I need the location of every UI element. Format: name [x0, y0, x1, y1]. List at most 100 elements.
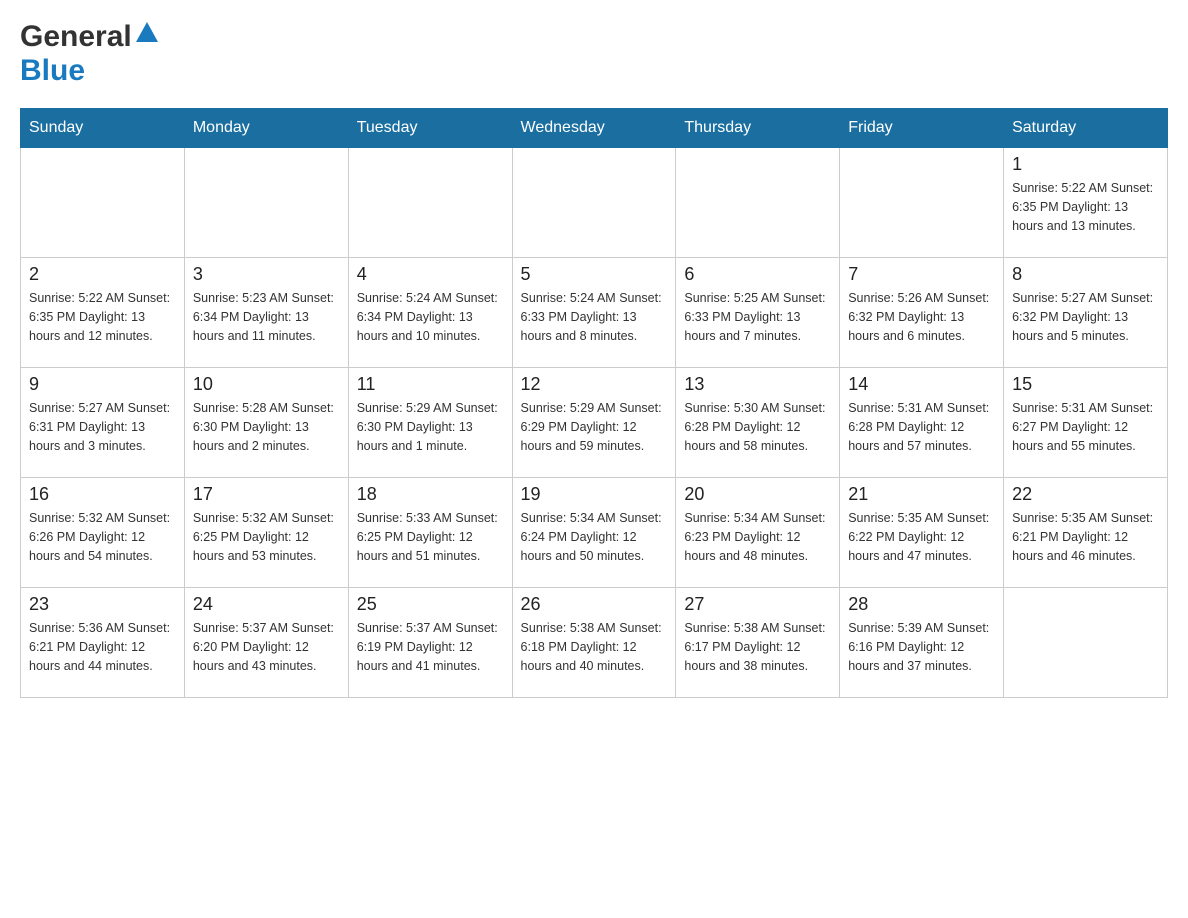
calendar-cell: 1 Sunrise: 5:22 AM Sunset: 6:35 PM Daylig… [1004, 148, 1168, 258]
day-number: 19 [521, 484, 668, 505]
day-of-week-header: Friday [840, 109, 1004, 148]
day-number: 6 [684, 264, 831, 285]
calendar-cell: 25 Sunrise: 5:37 AM Sunset: 6:19 PM Dayli… [348, 588, 512, 698]
day-info: Sunrise: 5:34 AM Sunset: 6:23 PM Dayligh… [684, 509, 831, 565]
day-number: 24 [193, 594, 340, 615]
calendar-cell: 12 Sunrise: 5:29 AM Sunset: 6:29 PM Dayli… [512, 368, 676, 478]
calendar-cell [21, 148, 185, 258]
calendar-cell: 3 Sunrise: 5:23 AM Sunset: 6:34 PM Daylig… [184, 258, 348, 368]
day-info: Sunrise: 5:38 AM Sunset: 6:18 PM Dayligh… [521, 619, 668, 675]
day-number: 8 [1012, 264, 1159, 285]
calendar-cell [676, 148, 840, 258]
day-info: Sunrise: 5:25 AM Sunset: 6:33 PM Dayligh… [684, 289, 831, 345]
calendar-cell: 19 Sunrise: 5:34 AM Sunset: 6:24 PM Dayli… [512, 478, 676, 588]
day-of-week-header: Thursday [676, 109, 840, 148]
logo: General Blue [20, 20, 158, 88]
calendar-cell [348, 148, 512, 258]
day-number: 13 [684, 374, 831, 395]
day-number: 17 [193, 484, 340, 505]
day-of-week-header: Wednesday [512, 109, 676, 148]
calendar-cell: 17 Sunrise: 5:32 AM Sunset: 6:25 PM Dayli… [184, 478, 348, 588]
calendar-week-row: 2Sunrise: 5:22 AM Sunset: 6:35 PM Daylig… [21, 258, 1168, 368]
day-info: Sunrise: 5:34 AM Sunset: 6:24 PM Dayligh… [521, 509, 668, 565]
day-info: Sunrise: 5:23 AM Sunset: 6:34 PM Dayligh… [193, 289, 340, 345]
day-info: Sunrise: 5:38 AM Sunset: 6:17 PM Dayligh… [684, 619, 831, 675]
calendar-cell: 2Sunrise: 5:22 AM Sunset: 6:35 PM Daylig… [21, 258, 185, 368]
day-info: Sunrise: 5:35 AM Sunset: 6:22 PM Dayligh… [848, 509, 995, 565]
day-info: Sunrise: 5:31 AM Sunset: 6:27 PM Dayligh… [1012, 399, 1159, 455]
day-info: Sunrise: 5:24 AM Sunset: 6:34 PM Dayligh… [357, 289, 504, 345]
day-info: Sunrise: 5:28 AM Sunset: 6:30 PM Dayligh… [193, 399, 340, 455]
page-header: General Blue [20, 20, 1168, 88]
calendar-cell: 23 Sunrise: 5:36 AM Sunset: 6:21 PM Dayli… [21, 588, 185, 698]
day-number: 21 [848, 484, 995, 505]
calendar-cell: 26 Sunrise: 5:38 AM Sunset: 6:18 PM Dayli… [512, 588, 676, 698]
calendar-header: SundayMondayTuesdayWednesdayThursdayFrid… [21, 109, 1168, 148]
day-info: Sunrise: 5:31 AM Sunset: 6:28 PM Dayligh… [848, 399, 995, 455]
day-number: 3 [193, 264, 340, 285]
calendar-cell: 28 Sunrise: 5:39 AM Sunset: 6:16 PM Dayli… [840, 588, 1004, 698]
day-info: Sunrise: 5:29 AM Sunset: 6:29 PM Dayligh… [521, 399, 668, 455]
days-of-week-row: SundayMondayTuesdayWednesdayThursdayFrid… [21, 109, 1168, 148]
calendar-cell: 18 Sunrise: 5:33 AM Sunset: 6:25 PM Dayli… [348, 478, 512, 588]
day-number: 12 [521, 374, 668, 395]
day-info: Sunrise: 5:24 AM Sunset: 6:33 PM Dayligh… [521, 289, 668, 345]
calendar-cell: 11 Sunrise: 5:29 AM Sunset: 6:30 PM Dayli… [348, 368, 512, 478]
day-info: Sunrise: 5:35 AM Sunset: 6:21 PM Dayligh… [1012, 509, 1159, 565]
calendar-cell: 24 Sunrise: 5:37 AM Sunset: 6:20 PM Dayli… [184, 588, 348, 698]
calendar-cell: 5Sunrise: 5:24 AM Sunset: 6:33 PM Daylig… [512, 258, 676, 368]
day-number: 1 [1012, 154, 1159, 175]
day-info: Sunrise: 5:22 AM Sunset: 6:35 PM Dayligh… [29, 289, 176, 345]
day-of-week-header: Tuesday [348, 109, 512, 148]
day-info: Sunrise: 5:32 AM Sunset: 6:25 PM Dayligh… [193, 509, 340, 565]
calendar-cell: 21 Sunrise: 5:35 AM Sunset: 6:22 PM Dayli… [840, 478, 1004, 588]
calendar-cell: 13 Sunrise: 5:30 AM Sunset: 6:28 PM Dayli… [676, 368, 840, 478]
day-number: 14 [848, 374, 995, 395]
day-number: 25 [357, 594, 504, 615]
calendar-cell [840, 148, 1004, 258]
day-number: 20 [684, 484, 831, 505]
day-number: 22 [1012, 484, 1159, 505]
calendar-cell: 10 Sunrise: 5:28 AM Sunset: 6:30 PM Dayli… [184, 368, 348, 478]
logo-general-text: General [20, 20, 132, 54]
day-info: Sunrise: 5:39 AM Sunset: 6:16 PM Dayligh… [848, 619, 995, 675]
day-info: Sunrise: 5:29 AM Sunset: 6:30 PM Dayligh… [357, 399, 504, 455]
calendar-cell: 22 Sunrise: 5:35 AM Sunset: 6:21 PM Dayli… [1004, 478, 1168, 588]
day-number: 10 [193, 374, 340, 395]
day-info: Sunrise: 5:37 AM Sunset: 6:20 PM Dayligh… [193, 619, 340, 675]
day-number: 16 [29, 484, 176, 505]
day-number: 26 [521, 594, 668, 615]
day-number: 18 [357, 484, 504, 505]
day-info: Sunrise: 5:26 AM Sunset: 6:32 PM Dayligh… [848, 289, 995, 345]
calendar-week-row: 1 Sunrise: 5:22 AM Sunset: 6:35 PM Daylig… [21, 148, 1168, 258]
day-number: 27 [684, 594, 831, 615]
calendar-week-row: 16Sunrise: 5:32 AM Sunset: 6:26 PM Dayli… [21, 478, 1168, 588]
day-number: 15 [1012, 374, 1159, 395]
day-info: Sunrise: 5:30 AM Sunset: 6:28 PM Dayligh… [684, 399, 831, 455]
calendar-week-row: 9Sunrise: 5:27 AM Sunset: 6:31 PM Daylig… [21, 368, 1168, 478]
day-number: 23 [29, 594, 176, 615]
day-info: Sunrise: 5:33 AM Sunset: 6:25 PM Dayligh… [357, 509, 504, 565]
day-info: Sunrise: 5:22 AM Sunset: 6:35 PM Dayligh… [1012, 179, 1159, 235]
day-of-week-header: Saturday [1004, 109, 1168, 148]
day-info: Sunrise: 5:36 AM Sunset: 6:21 PM Dayligh… [29, 619, 176, 675]
calendar-cell: 15 Sunrise: 5:31 AM Sunset: 6:27 PM Dayli… [1004, 368, 1168, 478]
calendar-body: 1 Sunrise: 5:22 AM Sunset: 6:35 PM Daylig… [21, 148, 1168, 698]
day-number: 9 [29, 374, 176, 395]
day-number: 28 [848, 594, 995, 615]
day-of-week-header: Sunday [21, 109, 185, 148]
day-info: Sunrise: 5:37 AM Sunset: 6:19 PM Dayligh… [357, 619, 504, 675]
calendar-cell: 8 Sunrise: 5:27 AM Sunset: 6:32 PM Daylig… [1004, 258, 1168, 368]
calendar-cell [512, 148, 676, 258]
calendar-cell [184, 148, 348, 258]
logo-triangle-icon [136, 22, 158, 47]
calendar-cell: 6 Sunrise: 5:25 AM Sunset: 6:33 PM Daylig… [676, 258, 840, 368]
calendar-week-row: 23 Sunrise: 5:36 AM Sunset: 6:21 PM Dayli… [21, 588, 1168, 698]
day-number: 11 [357, 374, 504, 395]
calendar-cell: 9Sunrise: 5:27 AM Sunset: 6:31 PM Daylig… [21, 368, 185, 478]
day-info: Sunrise: 5:27 AM Sunset: 6:32 PM Dayligh… [1012, 289, 1159, 345]
day-number: 4 [357, 264, 504, 285]
calendar-cell: 27 Sunrise: 5:38 AM Sunset: 6:17 PM Dayli… [676, 588, 840, 698]
calendar-cell [1004, 588, 1168, 698]
calendar-table: SundayMondayTuesdayWednesdayThursdayFrid… [20, 108, 1168, 698]
